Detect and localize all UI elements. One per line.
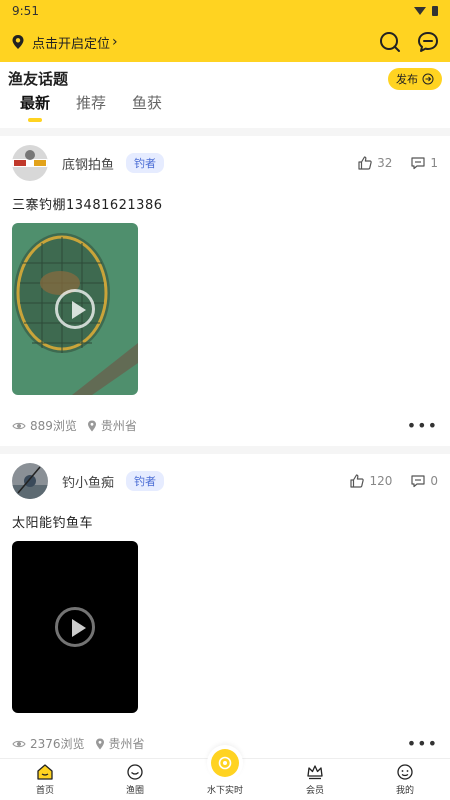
location-text: 贵州省 — [108, 737, 145, 751]
post-footer: 889浏览 贵州省 ••• — [12, 416, 438, 435]
location-prompt[interactable]: 点击开启定位 — [32, 33, 110, 52]
comment-count: 0 — [430, 474, 438, 488]
comment-count: 1 — [430, 156, 438, 170]
post-header: 底钢拍鱼 钓者 32 1 — [12, 145, 438, 181]
like-count: 120 — [369, 474, 393, 488]
comment-icon — [411, 157, 425, 170]
video-thumbnail[interactable] — [12, 223, 138, 395]
chevron-right-icon: › — [112, 34, 118, 50]
top-bar: 点击开启定位 › — [0, 22, 450, 62]
nav-label: 我的 — [395, 786, 414, 796]
bottom-nav: 首页 渔圈 水下实时 会员 我的 — [0, 745, 450, 800]
comment-stat[interactable]: 0 — [410, 473, 438, 489]
status-time: 9:51 — [12, 4, 39, 18]
profile-icon — [397, 764, 413, 780]
eye-icon — [12, 740, 26, 747]
post-stats: 120 0 — [349, 473, 438, 489]
arrow-circle-icon — [422, 73, 434, 85]
search-icon[interactable] — [378, 30, 402, 54]
like-count: 32 — [377, 156, 393, 170]
like-stat[interactable]: 120 — [349, 473, 392, 489]
nav-home[interactable]: 首页 — [0, 759, 90, 800]
view-count: 889浏览 — [12, 417, 77, 434]
thumbs-up-icon — [350, 474, 365, 488]
camera-icon — [211, 749, 239, 777]
username[interactable]: 钓小鱼痴 — [62, 472, 114, 491]
post-text: 太阳能钓鱼车 — [12, 516, 94, 531]
nav-label: 会员 — [305, 786, 324, 796]
thumbs-up-icon — [358, 156, 372, 170]
tab-recommended[interactable]: 推荐 — [76, 92, 106, 120]
like-stat[interactable]: 32 — [357, 155, 392, 171]
section-title: 渔友话题 — [8, 70, 69, 88]
post-stats: 32 1 — [357, 155, 438, 171]
home-icon — [37, 764, 53, 780]
nav-label: 水下实时 — [206, 786, 243, 796]
nav-membership[interactable]: 会员 — [270, 759, 360, 800]
nav-profile[interactable]: 我的 — [360, 759, 450, 800]
eye-icon — [12, 422, 26, 429]
post-card[interactable]: 钓小鱼痴 钓者 120 0 太阳能钓鱼车 2376浏览 贵州省 ••• — [0, 446, 450, 758]
role-badge: 钓者 — [126, 153, 165, 173]
avatar[interactable] — [12, 145, 48, 181]
comment-stat[interactable]: 1 — [410, 155, 438, 171]
battery-icon — [432, 6, 438, 16]
tab-catch[interactable]: 鱼获 — [132, 92, 162, 120]
publish-label: 发布 — [396, 73, 418, 86]
crown-icon — [307, 765, 323, 780]
view-count-text: 2376浏览 — [30, 737, 85, 751]
post-header: 钓小鱼痴 钓者 120 0 — [12, 463, 438, 499]
video-thumbnail[interactable] — [12, 541, 138, 713]
username[interactable]: 底钢拍鱼 — [62, 154, 114, 173]
post-feed: 底钢拍鱼 钓者 32 1 三寨钓棚13481621386 889浏览 贵州省 •… — [0, 128, 450, 758]
more-options-icon[interactable]: ••• — [407, 416, 438, 435]
location-pin-icon[interactable] — [10, 34, 26, 50]
tab-latest[interactable]: 最新 — [20, 92, 50, 122]
nav-underwater-live[interactable]: 水下实时 — [180, 745, 270, 800]
post-location: 贵州省 — [95, 735, 145, 752]
status-bar: 9:51 — [0, 0, 450, 22]
location-text: 贵州省 — [100, 419, 137, 433]
nav-label: 首页 — [35, 786, 54, 796]
role-badge: 钓者 — [126, 471, 165, 491]
nav-label: 渔圈 — [125, 786, 144, 796]
section-header: 渔友话题 发布 最新 推荐 鱼获 — [0, 62, 450, 128]
play-icon[interactable] — [55, 607, 95, 647]
center-bubble — [207, 745, 243, 781]
circle-icon — [127, 764, 143, 780]
post-card[interactable]: 底钢拍鱼 钓者 32 1 三寨钓棚13481621386 889浏览 贵州省 •… — [0, 128, 450, 446]
nav-circle[interactable]: 渔圈 — [90, 759, 180, 800]
avatar[interactable] — [12, 463, 48, 499]
top-actions — [378, 30, 440, 54]
location-pin-icon — [87, 420, 96, 431]
post-text: 三寨钓棚13481621386 — [12, 198, 163, 213]
status-icons — [414, 6, 438, 16]
view-count: 2376浏览 — [12, 735, 85, 752]
view-count-text: 889浏览 — [30, 419, 77, 433]
post-location: 贵州省 — [87, 417, 137, 434]
more-options-icon[interactable]: ••• — [407, 734, 438, 753]
play-icon[interactable] — [55, 289, 95, 329]
wifi-icon — [414, 7, 426, 15]
message-icon[interactable] — [416, 30, 440, 54]
comment-icon — [411, 475, 425, 488]
location-pin-icon — [95, 738, 104, 749]
publish-button[interactable]: 发布 — [388, 68, 442, 90]
topic-tabs: 最新 推荐 鱼获 — [20, 92, 162, 122]
